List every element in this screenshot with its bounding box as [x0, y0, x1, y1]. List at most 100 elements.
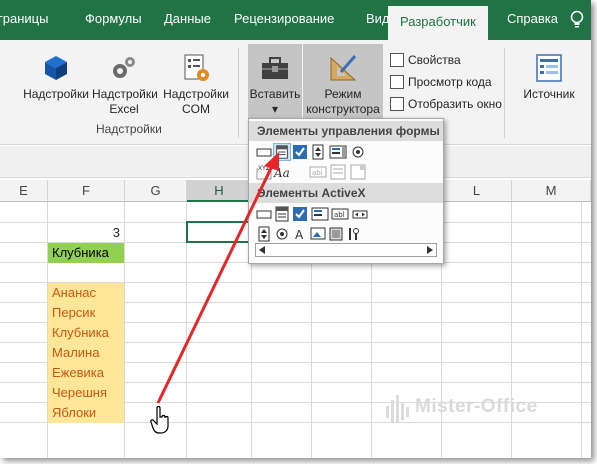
tab-view[interactable]: Вид: [366, 0, 390, 40]
source-label: Источник: [523, 87, 575, 101]
fruit-cell[interactable]: Малина: [48, 343, 124, 363]
ribbon-tab-bar: границы Формулы Данные Рецензирование Ви…: [0, 0, 591, 40]
svg-text:abl: abl: [334, 211, 345, 219]
cell-f-value[interactable]: 3: [48, 223, 124, 243]
svg-text:XYZ: XYZ: [258, 165, 270, 172]
activex-label-icon[interactable]: A: [291, 225, 309, 243]
excel-addins-label-2: Excel: [109, 102, 139, 116]
insert-caret-icon: ▾: [271, 102, 279, 116]
properties-icon: [390, 53, 404, 67]
insert-control-button[interactable]: Вставить ▾: [248, 44, 302, 118]
addins-label: Надстройки: [23, 87, 89, 101]
ruler-pencil-icon: [330, 55, 357, 81]
tab-developer[interactable]: Разработчик: [388, 6, 488, 40]
active-cell-selection[interactable]: [186, 221, 253, 243]
com-list-gear-icon: [184, 54, 209, 81]
activex-controls-header: Элементы ActiveX: [249, 183, 443, 203]
form-controls-header: Элементы управления формы: [249, 121, 443, 141]
activex-combo-box-icon[interactable]: [273, 205, 291, 223]
tab-data[interactable]: Данные: [164, 0, 211, 40]
cell-selected-fruit[interactable]: Клубника: [48, 243, 124, 263]
lightbulb-icon[interactable]: [570, 10, 584, 30]
activex-spin-button-icon[interactable]: [255, 225, 273, 243]
group-divider: [504, 48, 505, 138]
activex-button-icon[interactable]: [255, 205, 273, 223]
activex-checkbox-icon[interactable]: [291, 205, 309, 223]
text-field-control-icon[interactable]: abl: [309, 163, 327, 181]
activex-toggle-button-icon[interactable]: [327, 225, 345, 243]
excel-addins-label-1: Надстройки: [92, 87, 158, 101]
view-code-button[interactable]: Просмотр кода: [390, 72, 492, 92]
view-code-label: Просмотр кода: [408, 75, 492, 89]
activex-scroll-bar-icon[interactable]: [351, 205, 369, 223]
list-box-control-icon[interactable]: [329, 143, 347, 161]
activex-text-box-icon[interactable]: abl: [331, 205, 349, 223]
design-mode-button[interactable]: Режим конструктора: [303, 44, 383, 118]
column-header-m[interactable]: M: [512, 180, 591, 202]
activex-image-icon[interactable]: [309, 225, 327, 243]
button-control-icon[interactable]: [255, 143, 273, 161]
watermark-text: Mister-Office: [415, 396, 538, 417]
activex-list-box-icon[interactable]: [311, 205, 329, 223]
dropdown-horizontal-scrollbar[interactable]: [255, 243, 437, 257]
addins-group-label: Надстройки: [96, 122, 162, 136]
watermark-logo: Mister-Office: [385, 392, 555, 426]
combo-list-edit-control-icon[interactable]: [329, 163, 347, 181]
group-box-control-icon[interactable]: XYZ: [255, 163, 273, 181]
column-header-f[interactable]: F: [48, 180, 125, 202]
insert-label: Вставить: [249, 87, 301, 101]
excel-window: границы Формулы Данные Рецензирование Ви…: [0, 0, 591, 458]
com-addins-button[interactable]: Надстройки COM: [160, 52, 232, 117]
store-cube-icon: [45, 56, 67, 80]
design-mode-label-2: конструктора: [306, 102, 380, 116]
run-dialog-button[interactable]: Отобразить окно: [390, 94, 502, 114]
activex-more-controls-icon[interactable]: [345, 225, 363, 243]
equalizer-bars-icon: [386, 395, 409, 423]
tab-help[interactable]: Справка: [507, 0, 558, 40]
svg-text:abl: abl: [312, 169, 323, 177]
com-addins-label-1: Надстройки: [163, 87, 229, 101]
hand-pointer-icon: [150, 406, 169, 434]
fruit-cell[interactable]: Персик: [48, 303, 124, 323]
grid-line: [124, 202, 125, 458]
svg-text:A: A: [295, 228, 304, 242]
fruit-cell[interactable]: Клубника: [48, 323, 124, 343]
insert-controls-dropdown: Элементы управления формы XYZ Aa abl Эле…: [248, 118, 444, 264]
fruit-cell[interactable]: Ананас: [48, 283, 124, 303]
toolbox-icon: [262, 57, 288, 79]
excel-addins-button[interactable]: Надстройки Excel: [92, 52, 158, 117]
column-header-l[interactable]: L: [442, 180, 512, 202]
fruit-cell[interactable]: Черешня: [48, 383, 124, 403]
properties-label: Свойства: [408, 53, 461, 67]
tab-page-layout[interactable]: границы: [0, 0, 48, 40]
group-divider: [238, 48, 239, 138]
fruit-cell[interactable]: Яблоки: [48, 403, 124, 423]
checkbox-control-icon[interactable]: [291, 143, 309, 161]
xml-source-icon: [536, 54, 562, 82]
view-code-icon: [390, 75, 404, 89]
combo-box-control-icon[interactable]: [273, 143, 291, 161]
scroll-left-arrow-icon[interactable]: [258, 246, 266, 254]
column-header-g[interactable]: G: [125, 180, 187, 202]
spin-button-control-icon[interactable]: [309, 143, 327, 161]
fruit-cell[interactable]: Ежевика: [48, 363, 124, 383]
svg-text:Aa: Aa: [273, 166, 290, 180]
run-dialog-icon: [390, 97, 404, 111]
tab-review[interactable]: Рецензирование: [234, 0, 334, 40]
option-button-control-icon[interactable]: [349, 143, 367, 161]
gears-icon: [113, 57, 135, 78]
source-button[interactable]: Источник: [516, 52, 582, 102]
scroll-right-arrow-icon[interactable]: [426, 246, 434, 254]
tab-formulas[interactable]: Формулы: [85, 0, 142, 40]
grid-line: [581, 202, 582, 458]
design-mode-label-1: Режим: [324, 87, 362, 101]
column-header-e[interactable]: E: [0, 180, 48, 202]
column-header-h[interactable]: H: [187, 180, 252, 202]
combo-dropdown-edit-control-icon[interactable]: [349, 163, 367, 181]
run-dialog-label: Отобразить окно: [408, 97, 502, 111]
properties-button[interactable]: Свойства: [390, 50, 461, 70]
label-control-icon[interactable]: Aa: [273, 163, 291, 181]
com-addins-label-2: COM: [182, 102, 210, 116]
activex-option-button-icon[interactable]: [273, 225, 291, 243]
addins-button[interactable]: Надстройки: [20, 52, 92, 102]
